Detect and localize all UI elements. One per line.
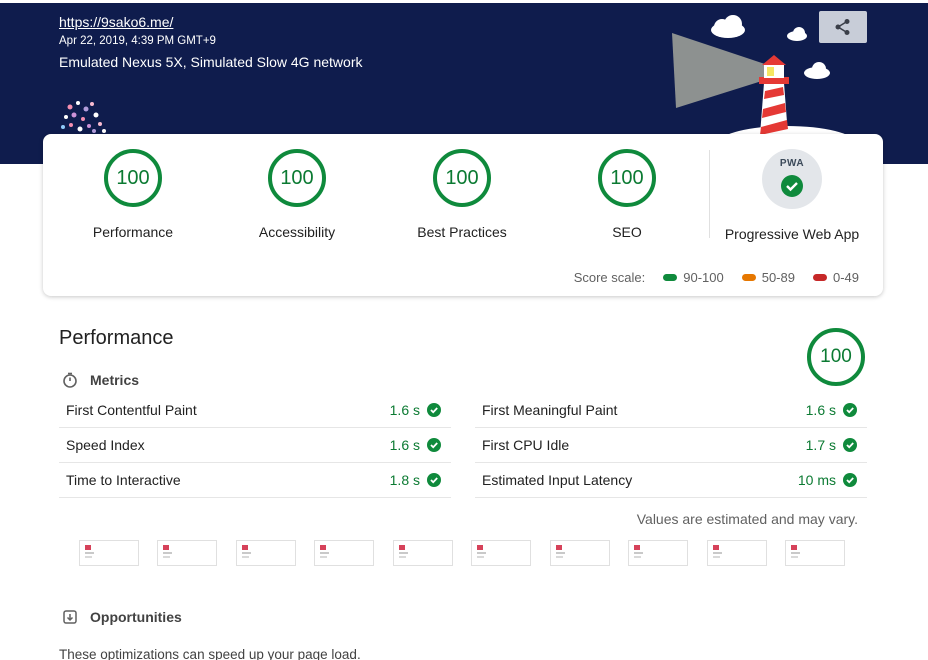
opportunities-icon bbox=[63, 610, 77, 624]
metric-value: 1.6 s bbox=[389, 402, 420, 418]
metrics-heading-label: Metrics bbox=[90, 372, 140, 388]
confetti-icon bbox=[61, 101, 106, 133]
scale-range: 50-89 bbox=[761, 270, 795, 285]
performance-score-gauge: 100 bbox=[807, 328, 865, 386]
metric-name: Speed Index bbox=[66, 437, 145, 453]
filmstrip-frame bbox=[707, 540, 767, 566]
score-gauge-performance[interactable]: 100 Performance bbox=[53, 149, 213, 240]
filmstrip-frame bbox=[393, 540, 453, 566]
score-gauge-seo[interactable]: 100 SEO bbox=[547, 149, 707, 240]
check-icon bbox=[781, 175, 803, 197]
metric-name: First Contentful Paint bbox=[66, 402, 197, 418]
scale-range: 0-49 bbox=[832, 270, 859, 285]
metric-name: First CPU Idle bbox=[482, 437, 570, 453]
cloud-icon bbox=[711, 15, 745, 38]
filmstrip bbox=[79, 540, 859, 566]
score-scale-label: Score scale: bbox=[573, 270, 646, 285]
score-gauge-best-practices[interactable]: 100 Best Practices bbox=[382, 149, 542, 240]
score-value: 100 bbox=[268, 149, 326, 207]
filmstrip-frame bbox=[471, 540, 531, 566]
report-url-link[interactable]: https://9sako6.me/ bbox=[59, 14, 173, 30]
score-gauge-accessibility[interactable]: 100 Accessibility bbox=[217, 149, 377, 240]
report-date: Apr 22, 2019, 4:39 PM GMT+9 bbox=[59, 35, 216, 47]
opportunities-heading-label: Opportunities bbox=[90, 609, 182, 625]
pwa-badge-text: PWA bbox=[779, 158, 805, 169]
score-value: 100 bbox=[104, 149, 162, 207]
filmstrip-frame bbox=[157, 540, 217, 566]
share-button[interactable] bbox=[819, 11, 867, 43]
filmstrip-frame bbox=[628, 540, 688, 566]
filmstrip-frame bbox=[785, 540, 845, 566]
score-gauge-pwa[interactable]: PWA Progressive Web App bbox=[712, 149, 872, 242]
metric-row: First CPU Idle 1.7 s bbox=[475, 428, 867, 463]
pwa-badge: PWA bbox=[762, 149, 822, 209]
opportunities-heading[interactable]: Opportunities bbox=[61, 608, 182, 626]
score-label: Best Practices bbox=[417, 224, 507, 240]
score-scale-legend: Score scale: 90-100 50-89 0-49 bbox=[574, 270, 859, 285]
score-value: 100 bbox=[598, 149, 656, 207]
scale-range: 90-100 bbox=[683, 270, 724, 285]
check-icon bbox=[843, 473, 857, 487]
metric-row: First Contentful Paint 1.6 s bbox=[59, 393, 451, 428]
metric-name: Estimated Input Latency bbox=[482, 472, 633, 488]
score-label: SEO bbox=[612, 224, 642, 240]
opportunities-description: These optimizations can speed up your pa… bbox=[59, 647, 361, 660]
metric-row: Estimated Input Latency 10 ms bbox=[475, 463, 867, 498]
stopwatch-icon bbox=[63, 372, 77, 388]
divider bbox=[709, 150, 710, 238]
metric-value: 1.7 s bbox=[805, 437, 836, 453]
metric-row: First Meaningful Paint 1.6 s bbox=[475, 393, 867, 428]
filmstrip-frame bbox=[314, 540, 374, 566]
scale-item-fail: 0-49 bbox=[812, 270, 859, 285]
cloud-icon bbox=[787, 27, 807, 41]
check-icon bbox=[427, 473, 441, 487]
metric-name: Time to Interactive bbox=[66, 472, 181, 488]
filmstrip-frame bbox=[550, 540, 610, 566]
metric-value: 1.8 s bbox=[389, 472, 420, 488]
metric-value: 1.6 s bbox=[805, 402, 836, 418]
scale-item-pass: 90-100 bbox=[663, 270, 724, 285]
score-label: Progressive Web App bbox=[724, 226, 860, 242]
check-icon bbox=[427, 403, 441, 417]
metric-name: First Meaningful Paint bbox=[482, 402, 618, 418]
average-pill-icon bbox=[741, 274, 756, 281]
score-label: Performance bbox=[92, 224, 174, 240]
metrics-heading[interactable]: Metrics bbox=[61, 371, 139, 389]
estimate-note: Values are estimated and may vary. bbox=[636, 511, 858, 527]
score-label: Accessibility bbox=[258, 224, 336, 240]
filmstrip-frame bbox=[236, 540, 296, 566]
cloud-icon bbox=[804, 62, 830, 79]
metric-row: Speed Index 1.6 s bbox=[59, 428, 451, 463]
performance-title: Performance bbox=[59, 327, 174, 349]
check-icon bbox=[427, 438, 441, 452]
check-icon bbox=[843, 438, 857, 452]
scores-card: 100 Performance 100 Accessibility 100 Be… bbox=[43, 134, 883, 296]
metric-value: 1.6 s bbox=[389, 437, 420, 453]
share-icon bbox=[835, 19, 850, 35]
score-value: 100 bbox=[433, 149, 491, 207]
fail-pill-icon bbox=[812, 274, 827, 281]
pass-pill-icon bbox=[663, 274, 678, 281]
filmstrip-frame bbox=[79, 540, 139, 566]
metric-value: 10 ms bbox=[797, 472, 836, 488]
scale-item-average: 50-89 bbox=[741, 270, 795, 285]
emulation-info: Emulated Nexus 5X, Simulated Slow 4G net… bbox=[59, 54, 363, 70]
check-icon bbox=[843, 403, 857, 417]
metric-row: Time to Interactive 1.8 s bbox=[59, 463, 451, 498]
